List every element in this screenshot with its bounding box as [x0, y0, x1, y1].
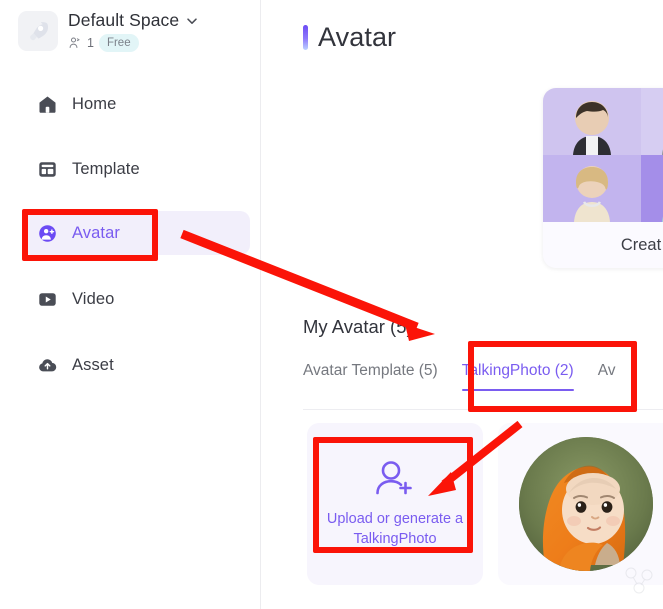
- talkingphoto-item[interactable]: [498, 423, 663, 585]
- section-title: My Avatar (5): [303, 316, 413, 337]
- avatar-preview-thumb: [641, 155, 663, 222]
- avatar-tabs: Avatar Template (5) TalkingPhoto (2) Av: [303, 362, 616, 391]
- avatar-grid: Upload or generate a TalkingPhoto: [307, 423, 663, 585]
- avatar-icon: [36, 222, 58, 244]
- tab-talkingphoto[interactable]: TalkingPhoto (2): [461, 362, 574, 391]
- sidebar-item-label: Template: [72, 159, 140, 178]
- create-avatar-card-caption: Creat: [620, 235, 662, 254]
- template-icon: [36, 158, 58, 180]
- avatar-preview-thumb: [543, 88, 641, 155]
- sidebar-item-avatar[interactable]: Avatar: [22, 211, 250, 255]
- title-accent-bar: [303, 25, 308, 50]
- tab-avatar-template[interactable]: Avatar Template (5): [303, 362, 438, 391]
- app-root: Default Space 1 Free Home Template Avata…: [0, 0, 663, 609]
- workspace-meta: Default Space 1 Free: [68, 10, 199, 53]
- upload-talkingphoto-card[interactable]: Upload or generate a TalkingPhoto: [307, 423, 483, 585]
- avatar-preview-grid: [543, 88, 663, 222]
- sidebar: Default Space 1 Free Home Template Avata…: [0, 0, 261, 609]
- avatar-preview-thumb: [641, 88, 663, 155]
- page-title: Avatar: [318, 22, 397, 52]
- sidebar-item-template[interactable]: Template: [22, 147, 250, 191]
- workspace-subinfo: 1 Free: [68, 34, 199, 53]
- member-count: 1: [87, 36, 94, 51]
- tab-avatar-other[interactable]: Av: [598, 362, 616, 391]
- video-icon: [36, 288, 58, 310]
- sidebar-item-label: Asset: [72, 355, 114, 374]
- sidebar-item-asset[interactable]: Asset: [22, 343, 250, 387]
- members-icon: [69, 37, 80, 49]
- workspace-title: Default Space: [68, 10, 180, 30]
- plan-badge: Free: [98, 34, 139, 53]
- watermark-icon: [625, 567, 653, 594]
- avatar-preview-thumb: [543, 155, 641, 222]
- workspace-title-row[interactable]: Default Space: [68, 10, 199, 31]
- workspace-switcher[interactable]: Default Space 1 Free: [18, 10, 199, 53]
- asset-icon: [36, 354, 58, 376]
- upload-talkingphoto-label: Upload or generate a TalkingPhoto: [326, 510, 464, 547]
- create-avatar-card[interactable]: Creat: [543, 88, 663, 268]
- sidebar-item-video[interactable]: Video: [22, 277, 250, 321]
- sidebar-item-label: Avatar: [72, 223, 120, 242]
- sidebar-item-label: Home: [72, 94, 117, 113]
- main-content: Avatar Creat My Avatar (5) Avatar Templa…: [261, 0, 663, 609]
- tabs-divider: [303, 409, 663, 410]
- rocket-icon: [18, 11, 58, 52]
- chevron-down-icon: [187, 17, 197, 24]
- user-plus-icon: [376, 461, 412, 495]
- sidebar-item-label: Video: [72, 289, 115, 308]
- sidebar-item-home[interactable]: Home: [22, 82, 250, 126]
- talkingphoto-thumbnail: [519, 437, 653, 571]
- page-title-wrap: Avatar: [303, 22, 396, 53]
- home-icon: [36, 93, 58, 115]
